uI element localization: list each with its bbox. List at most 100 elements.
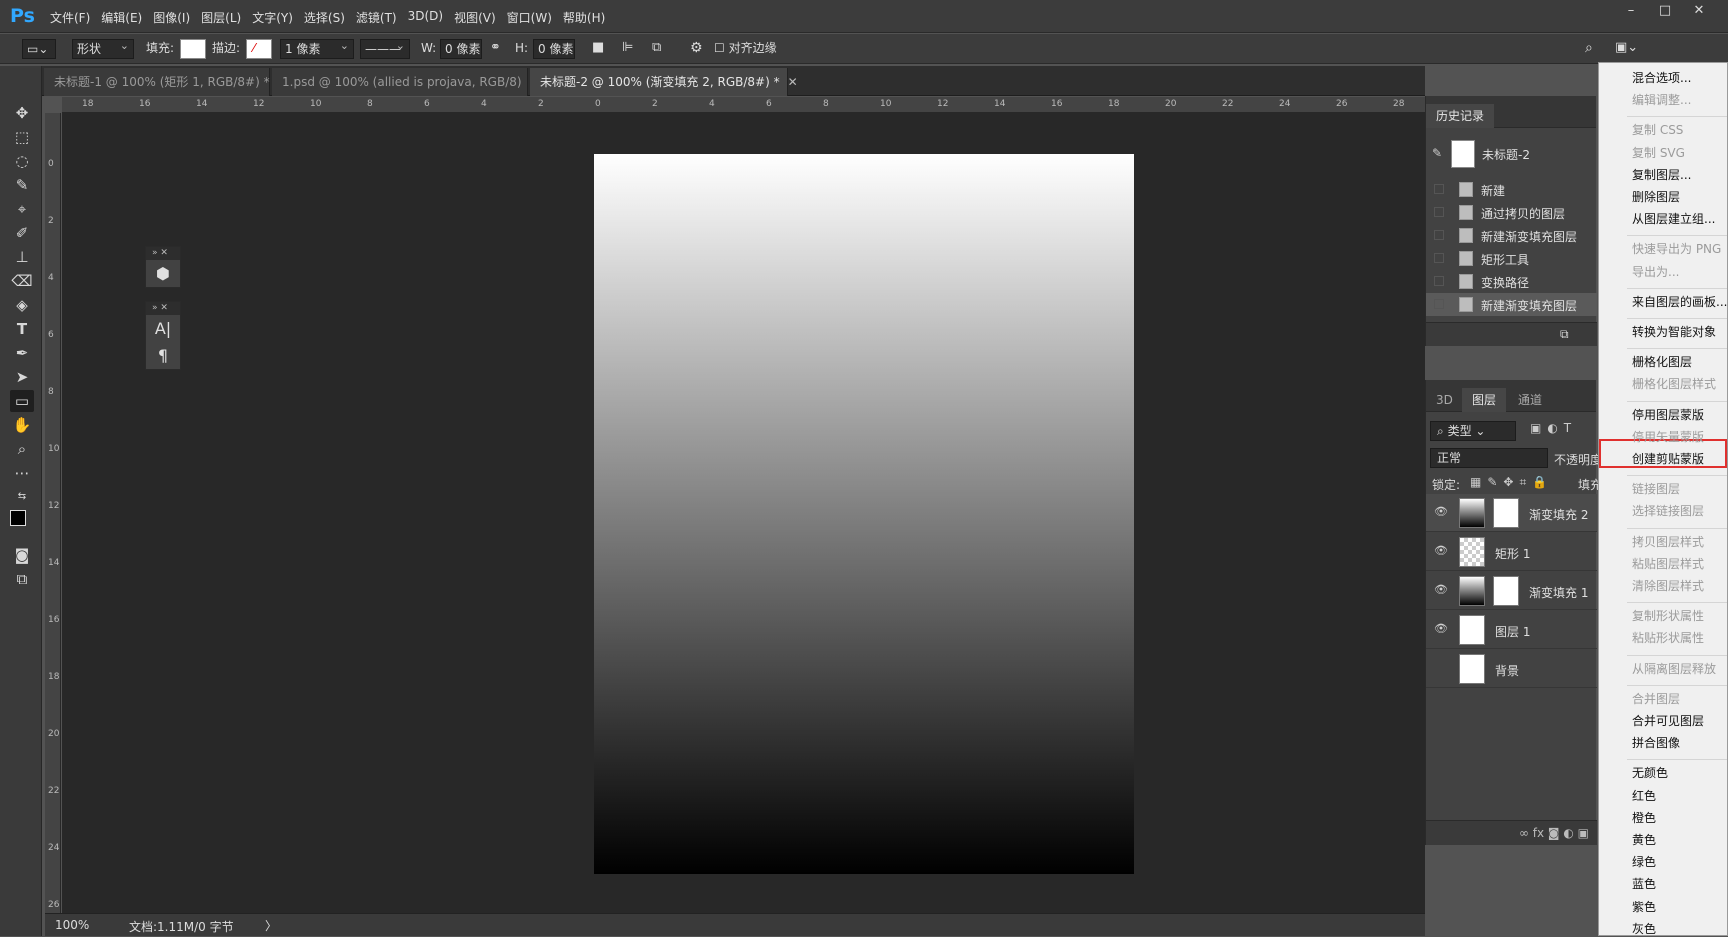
maximize-button[interactable]: □ (1648, 3, 1682, 18)
context-menu-item[interactable]: 无颜色 (1632, 764, 1668, 781)
paragraph-icon[interactable]: ¶ (146, 342, 180, 369)
context-menu-item[interactable]: 合并可见图层 (1632, 712, 1704, 729)
menu-item[interactable]: 文件(F) (50, 9, 90, 26)
menu-item[interactable]: 选择(S) (304, 9, 345, 26)
menu-item[interactable]: 图像(I) (153, 9, 190, 26)
layer-mask-thumbnail[interactable] (1493, 498, 1519, 528)
crop-eyedropper-icon[interactable]: ⌖ (10, 198, 34, 220)
context-menu-item[interactable]: 拼合图像 (1632, 734, 1680, 751)
more-tools-icon[interactable]: ⋯ (10, 462, 34, 484)
context-menu-item[interactable]: 灰色 (1632, 920, 1656, 937)
panel-header[interactable]: » ✕ (146, 302, 180, 315)
zoom-tool-icon[interactable]: ⌕ (10, 438, 34, 460)
history-item[interactable]: 矩形工具 (1426, 247, 1597, 270)
gradient-tool-icon[interactable]: ◈ (10, 294, 34, 316)
history-item[interactable]: 新建 (1426, 178, 1597, 201)
layer-mask-thumbnail[interactable] (1493, 576, 1519, 606)
pen-tool-icon[interactable]: ✒ (10, 342, 34, 364)
tab-layers[interactable]: 图层 (1462, 388, 1507, 412)
swap-colors-icon[interactable]: ⇆ (10, 486, 34, 508)
link-icon[interactable]: ⚭ (490, 39, 501, 59)
context-menu-item[interactable]: 紫色 (1632, 898, 1656, 915)
lock-icons[interactable]: ▦✎✥⌗🔒 (1470, 475, 1553, 490)
path-alignment-icon[interactable]: ⊫ (622, 39, 633, 59)
search-icon[interactable]: ⌕ (1585, 39, 1593, 59)
context-menu-item[interactable]: 删除图层 (1632, 188, 1680, 205)
menu-item[interactable]: 图层(L) (201, 9, 241, 26)
blend-mode-select[interactable]: 正常 (1430, 448, 1548, 468)
path-arrangement-icon[interactable]: ⧉ (652, 39, 661, 59)
history-item[interactable]: 变换路径 (1426, 270, 1597, 293)
eraser-tool-icon[interactable]: ⌫ (10, 270, 34, 292)
stamp-tool-icon[interactable]: ⊥ (10, 246, 34, 268)
menu-item[interactable]: 3D(D) (408, 9, 443, 26)
width-field[interactable]: 0 像素 (440, 39, 482, 59)
stroke-width-field[interactable]: 1 像素 (280, 37, 354, 59)
layer-row[interactable]: 👁 图层 1 (1426, 611, 1597, 649)
align-edges-checkbox[interactable]: ☐ 对齐边缘 (714, 39, 777, 59)
stroke-type-select[interactable]: ——— (360, 37, 410, 59)
context-menu-item[interactable]: 红色 (1632, 787, 1656, 804)
workspace-icon[interactable]: ▣⌄ (1615, 39, 1638, 59)
context-menu-item[interactable]: 蓝色 (1632, 875, 1656, 892)
close-button[interactable]: ✕ (1682, 3, 1716, 18)
history-item[interactable]: 新建渐变填充图层 (1426, 224, 1597, 247)
layer-thumbnail[interactable] (1459, 654, 1485, 684)
history-item[interactable]: 通过拷贝的图层 (1426, 201, 1597, 224)
context-menu-item[interactable]: 来自图层的画板... (1632, 293, 1727, 310)
character-icon[interactable]: A| (146, 315, 180, 342)
eye-icon[interactable]: 👁 (1434, 544, 1448, 557)
layer-filter-select[interactable]: ⌕ 类型 ⌄ (1430, 421, 1516, 441)
tab-untitled-1[interactable]: 未标题-1 @ 100% (矩形 1, RGB/8#) *✕ (44, 68, 288, 96)
menu-item[interactable]: 视图(V) (454, 9, 496, 26)
brush-source-icon[interactable]: ✎ (1432, 146, 1442, 160)
history-checkbox[interactable] (1434, 299, 1444, 309)
history-checkbox[interactable] (1434, 207, 1444, 217)
fill-swatch[interactable] (180, 39, 206, 59)
new-snapshot-icon[interactable]: ⧉ (1560, 327, 1569, 342)
menu-item[interactable]: 文字(Y) (252, 9, 293, 26)
context-menu-item[interactable]: 黄色 (1632, 831, 1656, 848)
tab-channels[interactable]: 通道 (1508, 388, 1552, 412)
document-canvas[interactable] (594, 154, 1134, 874)
filter-icons[interactable]: ▣◐T (1530, 421, 1577, 435)
layer-row[interactable]: 👁 渐变填充 2 (1426, 494, 1597, 532)
gear-icon[interactable]: ⚙ (690, 39, 703, 59)
history-snapshot[interactable]: ✎ 未标题-2 (1426, 136, 1597, 172)
menu-item[interactable]: 窗口(W) (507, 9, 552, 26)
history-checkbox[interactable] (1434, 184, 1444, 194)
eye-icon[interactable]: 👁 (1434, 583, 1448, 596)
tab-3d[interactable]: 3D (1426, 388, 1463, 412)
menu-item[interactable]: 编辑(E) (101, 9, 142, 26)
context-menu-item[interactable]: 转换为智能对象 (1632, 323, 1716, 340)
close-icon[interactable]: ✕ (788, 75, 798, 89)
layer-thumbnail[interactable] (1459, 498, 1485, 528)
eye-icon[interactable]: 👁 (1434, 505, 1448, 518)
layers-footer[interactable]: ∞ fx ◙ ◐ ▣ (1426, 820, 1597, 845)
context-menu-item[interactable]: 创建剪贴蒙版 (1632, 450, 1704, 467)
history-checkbox[interactable] (1434, 230, 1444, 240)
screen-mode-icon[interactable]: ⧉ (10, 568, 34, 590)
layer-row[interactable]: 👁 渐变填充 1 (1426, 572, 1597, 610)
context-menu-item[interactable]: 从图层建立组... (1632, 210, 1715, 227)
quick-mask-icon[interactable]: ◙ (10, 544, 34, 566)
minimize-button[interactable]: – (1614, 3, 1648, 18)
menu-item[interactable]: 滤镜(T) (356, 9, 397, 26)
context-menu-item[interactable]: 停用图层蒙版 (1632, 406, 1704, 423)
context-menu-item[interactable]: 栅格化图层 (1632, 353, 1692, 370)
context-menu-item[interactable]: 混合选项... (1632, 69, 1691, 86)
tab-history[interactable]: 历史记录 (1426, 104, 1495, 128)
layer-thumbnail[interactable] (1459, 615, 1485, 645)
path-select-tool-icon[interactable]: ➤ (10, 366, 34, 388)
3d-object-icon[interactable]: ⬢ (146, 260, 180, 287)
status-arrow-icon[interactable]: 〉 (265, 917, 277, 934)
panel-header[interactable]: » ✕ (146, 247, 180, 260)
history-item[interactable]: 新建渐变填充图层 (1426, 293, 1597, 316)
type-tool-icon[interactable]: T (10, 318, 34, 340)
tab-untitled-2[interactable]: 未标题-2 @ 100% (渐变填充 2, RGB/8#) * ✕ (530, 68, 798, 96)
layer-thumbnail[interactable] (1459, 576, 1485, 606)
move-tool-icon[interactable]: ✥ (10, 102, 34, 124)
layer-thumbnail[interactable] (1459, 537, 1485, 567)
hand-tool-icon[interactable]: ✋ (10, 414, 34, 436)
path-operations-icon[interactable]: ■ (592, 39, 604, 59)
